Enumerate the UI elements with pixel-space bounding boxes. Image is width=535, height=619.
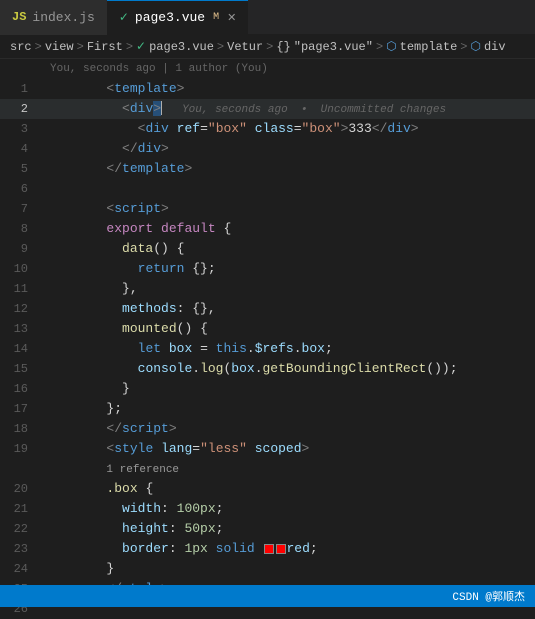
line-num-13: 13 [0,322,40,336]
vue-checkmark-icon: ✓ [119,10,129,25]
breadcrumb-div[interactable]: div [484,40,506,54]
line-num-4: 4 [0,142,40,156]
tab-modified-indicator: M [213,12,219,23]
line-num-20: 20 [0,482,40,496]
breadcrumb: src > view > First > ✓ page3.vue > Vetur… [0,35,535,59]
breadcrumb-sep3: > [126,40,133,54]
line-num-3: 3 [0,122,40,136]
line-num-18: 18 [0,422,40,436]
js-icon: JS [12,10,26,24]
line-num-24: 24 [0,562,40,576]
line-num-11: 11 [0,282,40,296]
tab-page3-vue[interactable]: ✓ page3.vue M ✕ [107,0,249,35]
bottom-bar: CSDN @郭顺杰 [0,585,535,607]
line-num-23: 23 [0,542,40,556]
breadcrumb-page3str[interactable]: "page3.vue" [294,40,373,54]
line-num-17: 17 [0,402,40,416]
line-num-14: 14 [0,342,40,356]
line-num-22: 22 [0,522,40,536]
l5-lt: </ [106,161,122,176]
tab-close-button[interactable]: ✕ [227,11,236,25]
tab-index-js-label: index.js [32,10,94,25]
line-num-1: 1 [0,82,40,96]
breadcrumb-sep2: > [77,40,84,54]
line-num-2: 2 [0,102,40,116]
line-num-19: 19 [0,442,40,456]
breadcrumb-template[interactable]: template [400,40,458,54]
line-num-21: 21 [0,502,40,516]
breadcrumb-curly: {} [276,40,290,54]
breadcrumb-page3vue[interactable]: page3.vue [149,40,214,54]
breadcrumb-vetur[interactable]: Vetur [227,40,263,54]
breadcrumb-vue-icon: ✓ [136,39,146,54]
line-num-12: 12 [0,302,40,316]
line-num-7: 7 [0,202,40,216]
line-num-8: 8 [0,222,40,236]
l5-gt: > [184,161,192,176]
brand-text: CSDN @郭顺杰 [452,588,525,604]
breadcrumb-sep7: > [460,40,467,54]
line-num-5: 5 [0,162,40,176]
line-num-9: 9 [0,242,40,256]
breadcrumb-sep1: > [35,40,42,54]
editor: 1 <template> 2 <div>You, seconds ago • U… [0,79,535,619]
tab-page3-vue-label: page3.vue [135,10,205,25]
line-5[interactable]: 5 </template> [0,159,535,179]
breadcrumb-template-icon: ⬡ [386,39,396,54]
breadcrumb-first[interactable]: First [87,40,123,54]
line-num-10: 10 [0,262,40,276]
breadcrumb-sep4: > [217,40,224,54]
breadcrumb-sep6: > [376,40,383,54]
tab-bar: JS index.js ✓ page3.vue M ✕ [0,0,535,35]
breadcrumb-view[interactable]: view [45,40,74,54]
tab-index-js[interactable]: JS index.js [0,0,107,35]
line-num-6: 6 [0,182,40,196]
code-area[interactable]: 1 <template> 2 <div>You, seconds ago • U… [0,79,535,619]
breadcrumb-sep5: > [266,40,273,54]
breadcrumb-src[interactable]: src [10,40,32,54]
line-num-15: 15 [0,362,40,376]
breadcrumb-div-icon: ⬡ [470,39,480,54]
line-num-16: 16 [0,382,40,396]
l5-template: template [122,161,184,176]
